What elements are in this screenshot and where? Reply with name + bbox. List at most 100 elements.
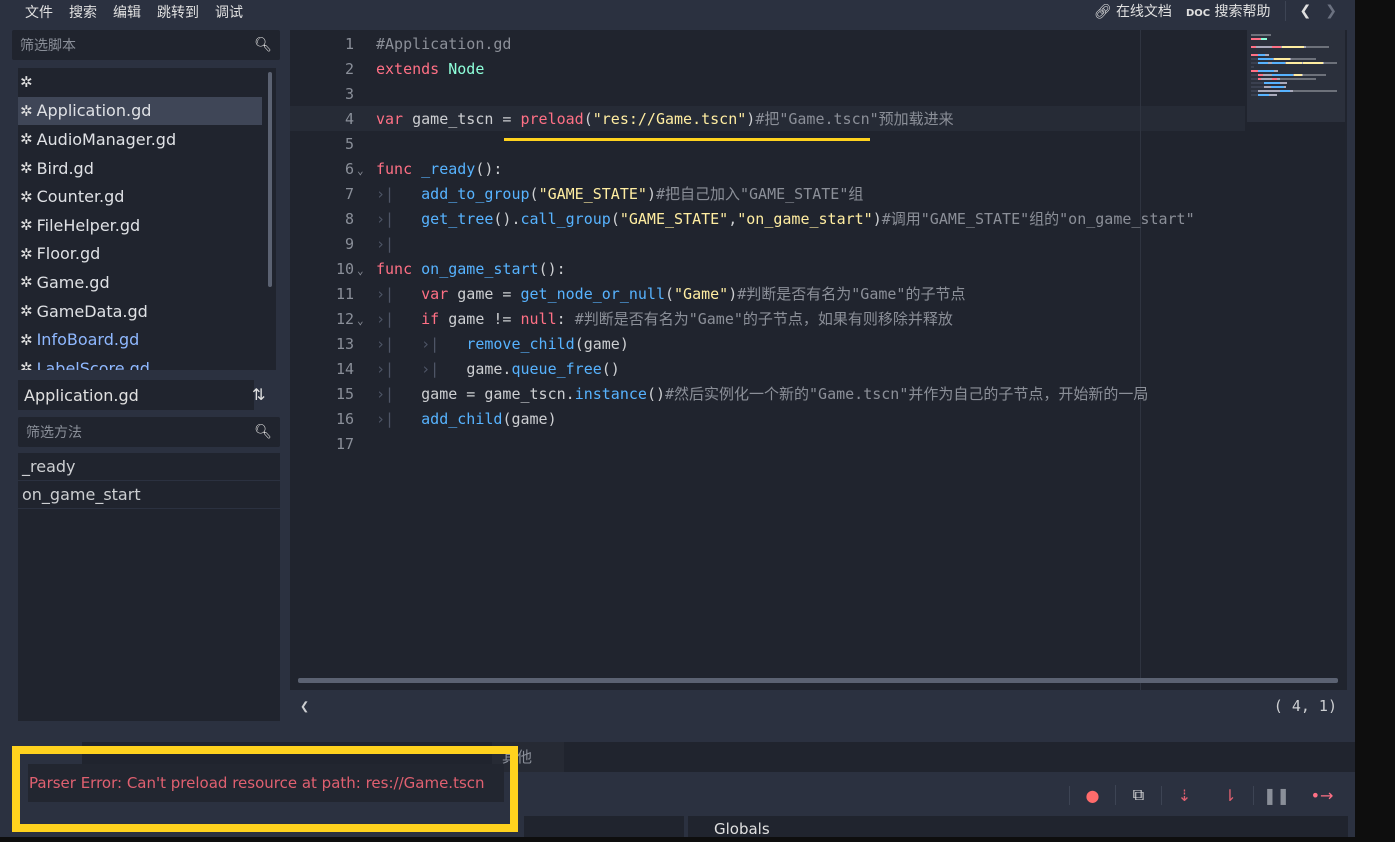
scroll-left-button[interactable]: ❮ — [300, 697, 309, 715]
back-button[interactable]: ❮ — [1300, 3, 1312, 19]
code-token: (): — [538, 260, 566, 278]
code-token: on_game_start — [421, 260, 539, 278]
script-item[interactable]: ✲ GameData.gd — [18, 297, 276, 326]
search-icon: 🔍︎ — [254, 424, 272, 440]
script-item[interactable]: ✲ Bird.gd — [18, 154, 276, 183]
code-token: get_tree — [421, 210, 494, 228]
code-line: 15 ›| game = game_tscn.instance()#然后实例化一个… — [290, 382, 1290, 407]
online-docs-button[interactable]: 🔗︎ 在线文档 — [1094, 1, 1172, 21]
minimap-mark — [1291, 58, 1316, 60]
minimap[interactable] — [1247, 30, 1345, 122]
code-token: ›| — [376, 285, 422, 303]
script-item[interactable]: ✲ Game.gd — [18, 268, 276, 297]
continue-icon[interactable]: •→ — [1299, 786, 1345, 805]
code-token: get_node_or_null — [520, 285, 666, 303]
menu-search[interactable]: 搜索 — [61, 2, 105, 22]
code-token: ) — [746, 110, 756, 128]
minimap-mark — [1264, 82, 1280, 84]
fold-arrow-icon[interactable]: ⌄ — [354, 158, 376, 183]
minimap-mark — [1279, 78, 1316, 80]
code-editor[interactable]: 1 #Application.gd 2 extends Node 3 4 var game_… — [290, 30, 1347, 690]
code-token: #调用"GAME_STATE"组的"on_game_start" — [881, 210, 1195, 228]
minimap-mark — [1251, 34, 1271, 36]
minimap-mark — [1303, 74, 1327, 76]
script-item[interactable]: ✲ FileHelper.gd — [18, 211, 276, 240]
line-number: 11 — [335, 285, 354, 303]
code-token: ) — [728, 285, 738, 303]
step-over-icon[interactable]: ⇂ — [1207, 786, 1253, 805]
script-item[interactable]: ✲ Floor.gd — [18, 240, 276, 269]
code-token: #Application.gd — [376, 35, 512, 53]
script-item[interactable]: ✲ Application.gd — [18, 96, 262, 126]
code-token: add_to_group — [421, 185, 530, 203]
code-line: 13 ›| ›| remove_child(game) — [290, 332, 1290, 357]
doc-search-icon: DOC — [1185, 8, 1211, 19]
script-item-label: Application.gd — [36, 101, 152, 121]
script-list-scrollbar[interactable] — [268, 72, 272, 287]
code-token: ›| — [376, 185, 422, 203]
menu-file[interactable]: 文件 — [0, 2, 61, 22]
forward-button[interactable]: ❯ — [1325, 3, 1337, 19]
gear-icon: ✲ — [20, 73, 33, 92]
gear-icon: ✲ — [20, 244, 33, 263]
search-icon: 🔍︎ — [254, 37, 272, 53]
method-item[interactable]: on_game_start — [18, 481, 280, 509]
horizontal-scrollbar[interactable] — [298, 678, 1338, 683]
code-token: ›| — [376, 385, 422, 403]
script-item-label: Game.gd — [36, 272, 110, 292]
script-item[interactable]: ✲ LabelScore.gd — [18, 354, 276, 370]
script-item[interactable]: ✲ InfoBoard.gd — [18, 325, 276, 354]
code-line: 12 ⌄ ›| if game != null: #判断是否有名为"Game"的子节… — [290, 307, 1290, 332]
minimap-mark — [1271, 62, 1285, 64]
method-filter-input[interactable]: 筛选方法 🔍︎ — [18, 417, 280, 447]
script-item[interactable]: ✲ AudioManager.gd — [18, 125, 276, 154]
code-token: game != — [448, 310, 521, 328]
code-token: "on_game_start" — [737, 210, 873, 228]
step-into-icon[interactable]: ⇣ — [1161, 785, 1207, 805]
sort-icon[interactable]: ⇅ — [252, 385, 265, 404]
code-token: Node — [448, 60, 485, 78]
code-token: ( — [583, 110, 593, 128]
menu-debug[interactable]: 调试 — [207, 2, 251, 22]
line-number: 6 — [344, 160, 354, 178]
script-item-label: FileHelper.gd — [36, 215, 141, 235]
search-help-button[interactable]: DOC 搜索帮助 — [1186, 1, 1271, 21]
copy-icon[interactable]: ⧉ — [1115, 785, 1161, 805]
minimap-mark — [1283, 86, 1287, 88]
code-token: #把自己加入"GAME_STATE"组 — [655, 185, 864, 203]
globals-tree[interactable]: Globals — [688, 816, 1348, 838]
minimap-mark — [1257, 90, 1280, 92]
code-token: (game) — [502, 410, 557, 428]
minimap-mark — [1303, 62, 1323, 64]
line-number: 12 — [335, 310, 354, 328]
code-token: extends — [376, 60, 449, 78]
link-icon: 🔗︎ — [1093, 4, 1112, 20]
code-token: : — [556, 310, 575, 328]
script-item[interactable]: ✲ — [18, 68, 276, 97]
code-line: 4 var game_tscn = preload("res://Game.tsc… — [290, 107, 1290, 132]
script-filter-input[interactable]: 筛选脚本 🔍︎ — [12, 30, 280, 60]
online-docs-label: 在线文档 — [1115, 4, 1172, 20]
script-item-label: InfoBoard.gd — [36, 330, 140, 350]
script-item-label: Floor.gd — [36, 244, 101, 264]
pause-icon[interactable]: ❚❚ — [1253, 785, 1299, 805]
code-token: null — [520, 310, 557, 328]
minimap-mark — [1251, 38, 1262, 40]
code-token: ›| — [376, 210, 422, 228]
line-number: 10 — [335, 260, 354, 278]
gear-icon: ✲ — [20, 216, 33, 235]
line-number: 17 — [335, 435, 354, 453]
code-line: 1 #Application.gd — [290, 32, 1290, 57]
menu-edit[interactable]: 编辑 — [105, 2, 149, 22]
method-item[interactable]: _ready — [18, 453, 280, 481]
menu-goto[interactable]: 跳转到 — [149, 2, 207, 22]
fold-arrow-icon[interactable]: ⌄ — [354, 308, 376, 333]
code-token: #然后实例化一个新的"Game.tscn"并作为自己的子节点，开始新的一局 — [665, 385, 1149, 403]
divider — [1284, 1, 1286, 21]
code-token: ›| — [376, 235, 395, 253]
breakpoint-icon[interactable]: ● — [1069, 785, 1115, 805]
fold-arrow-icon[interactable]: ⌄ — [354, 258, 376, 283]
script-item[interactable]: ✲ Counter.gd — [18, 182, 276, 211]
code-token: var — [421, 285, 458, 303]
code-token: ( — [529, 185, 539, 203]
